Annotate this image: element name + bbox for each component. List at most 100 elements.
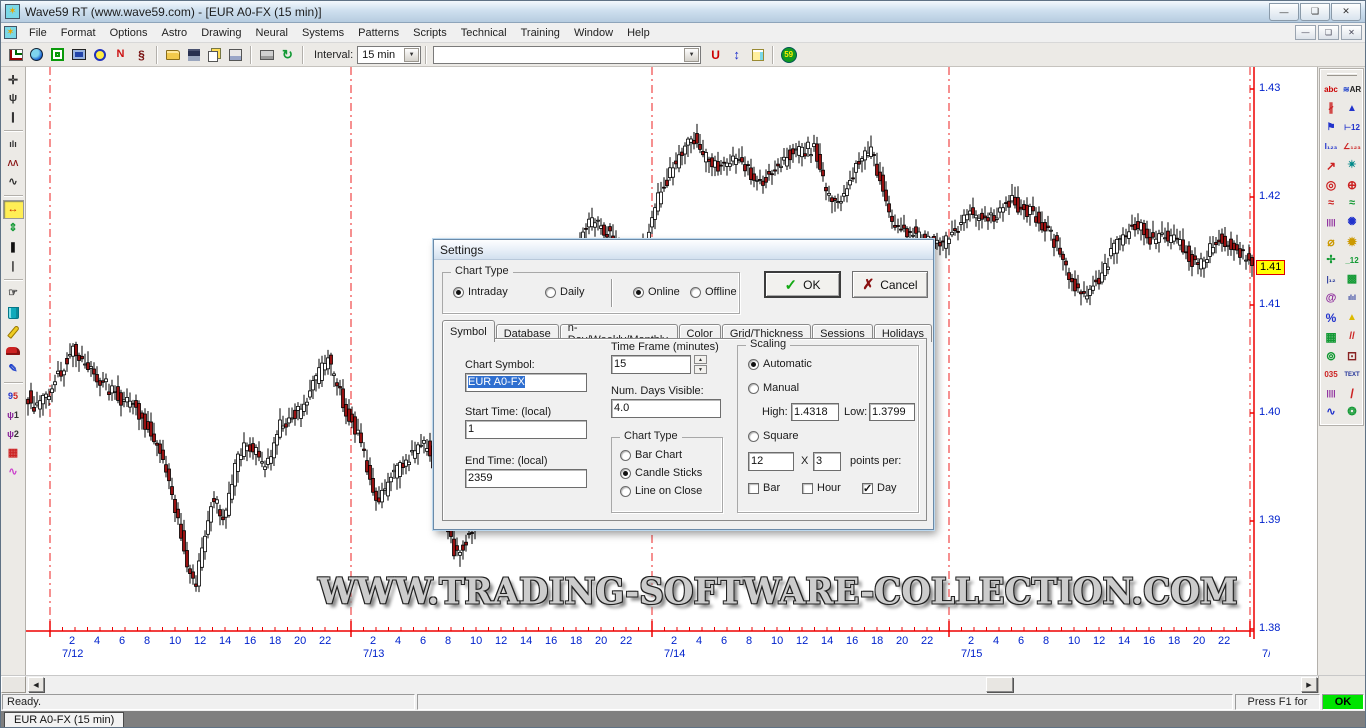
tab-symbol[interactable]: Symbol xyxy=(442,320,495,342)
candles-view-icon[interactable]: ΛΛ xyxy=(3,154,24,173)
menu-item-drawing[interactable]: Drawing xyxy=(194,25,248,41)
text-tool-icon[interactable]: TEXT xyxy=(1342,365,1363,384)
radio-intraday[interactable]: Intraday xyxy=(453,286,508,298)
chevron-down-icon[interactable]: ▼ xyxy=(684,48,699,62)
menu-item-scripts[interactable]: Scripts xyxy=(406,25,454,41)
restore-button[interactable]: ❏ xyxy=(1300,3,1330,21)
printer-icon[interactable] xyxy=(256,45,277,65)
updown-arrow-icon[interactable]: ↕ xyxy=(726,45,747,65)
mdi-close-button[interactable]: ✕ xyxy=(1341,25,1362,40)
square-y-input[interactable]: 3 xyxy=(813,452,841,471)
cancel-button[interactable]: ✗ Cancel xyxy=(852,271,928,298)
wave-1-tool-icon[interactable]: ψ1 xyxy=(3,406,24,425)
bar-count-tool-icon[interactable]: ⊢12 xyxy=(1342,118,1363,137)
ar-lines-tool-icon[interactable]: ≋AR xyxy=(1342,80,1363,99)
hatched-square-icon[interactable]: ▩ xyxy=(1342,270,1363,289)
spiral-square-icon[interactable] xyxy=(47,45,68,65)
zigzag-green-tool-icon[interactable]: ≈ xyxy=(1342,194,1363,213)
chevron-down-icon[interactable]: ▼ xyxy=(404,48,419,62)
radio-square[interactable]: Square xyxy=(748,430,798,442)
menu-item-help[interactable]: Help xyxy=(620,25,657,41)
save-icon[interactable] xyxy=(183,45,204,65)
spiral-tool-icon[interactable]: @ xyxy=(1321,289,1342,308)
minimize-button[interactable]: — xyxy=(1269,3,1299,21)
radio-daily[interactable]: Daily xyxy=(545,286,584,298)
select-warning-icon[interactable]: ▲ xyxy=(1342,308,1363,327)
interval-select[interactable]: 15 min ▼ xyxy=(357,46,421,64)
menu-item-options[interactable]: Options xyxy=(103,25,155,41)
mdi-restore-button[interactable]: ❏ xyxy=(1318,25,1339,40)
time-frame-input[interactable]: 15 xyxy=(611,355,691,374)
bars-view-icon[interactable]: ılı xyxy=(3,135,24,154)
expand-bars-icon[interactable]: ⇕ xyxy=(3,219,24,238)
num-days-input[interactable]: 4.0 xyxy=(611,399,721,418)
print-preview-icon[interactable] xyxy=(225,45,246,65)
vertical-lines-tool-icon[interactable]: |||| xyxy=(1321,213,1342,232)
monitor-icon[interactable] xyxy=(68,45,89,65)
bar-12-tool-icon[interactable]: |₁₂ xyxy=(1321,270,1342,289)
concentric-circles-icon[interactable]: ◎ xyxy=(1321,175,1342,194)
segmented-circle-icon[interactable]: ✹ xyxy=(1342,232,1363,251)
hand-tool-icon[interactable]: ψ xyxy=(3,89,24,108)
wave-2-tool-icon[interactable]: ψ2 xyxy=(3,425,24,444)
spin-up-icon[interactable]: ▲ xyxy=(694,355,707,364)
line-12-tool-icon[interactable]: _12 xyxy=(1342,251,1363,270)
scooter-icon[interactable] xyxy=(3,341,24,360)
radio-offline[interactable]: Offline xyxy=(690,286,737,298)
target-rect-tool-icon[interactable]: ⊡ xyxy=(1342,346,1363,365)
menu-item-astro[interactable]: Astro xyxy=(155,25,195,41)
chart-symbol-input[interactable]: EUR A0-FX xyxy=(465,373,587,392)
toolbar-gripper[interactable] xyxy=(1327,73,1357,76)
menu-item-format[interactable]: Format xyxy=(54,25,103,41)
radio-automatic[interactable]: Automatic xyxy=(748,358,812,370)
menu-item-neural[interactable]: Neural xyxy=(249,25,295,41)
menu-item-systems[interactable]: Systems xyxy=(295,25,351,41)
trash-icon[interactable] xyxy=(3,303,24,322)
high-input[interactable]: 1.4318 xyxy=(791,403,839,421)
scrollbar-thumb[interactable] xyxy=(986,677,1013,692)
fan-rays-tool-icon[interactable]: ✢ xyxy=(1321,251,1342,270)
radio-bar-chart[interactable]: Bar Chart xyxy=(620,449,682,461)
checkbox-day[interactable]: Day xyxy=(862,482,897,494)
document-tab-active[interactable]: EUR A0-FX (15 min) xyxy=(4,712,124,727)
radio-online[interactable]: Online xyxy=(633,286,680,298)
checkbox-bar[interactable]: Bar xyxy=(748,482,780,494)
end-time-input[interactable]: 2359 xyxy=(465,469,587,488)
rounded-rect-tool-icon[interactable]: ⊚ xyxy=(1321,346,1342,365)
numbers-035-icon[interactable]: 035 xyxy=(1321,365,1342,384)
neural-zigzag-icon[interactable]: N xyxy=(110,45,131,65)
zigzag-red-tool-icon[interactable]: ≈ xyxy=(1321,194,1342,213)
horizontal-scrollbar[interactable]: ◀ ▶ xyxy=(1,675,1365,693)
scroll-right-icon[interactable]: ▶ xyxy=(1301,677,1317,692)
radio-line-on-close[interactable]: Line on Close xyxy=(620,485,702,497)
up-arrow-tool-icon[interactable]: ▲ xyxy=(1342,99,1363,118)
price-range-123-icon[interactable]: I₁₂₃ xyxy=(1321,137,1342,156)
copy-chart-icon[interactable] xyxy=(204,45,225,65)
dialog-title-bar[interactable]: Settings xyxy=(434,240,933,260)
freq-bars-tool-icon[interactable]: ılıl xyxy=(1342,289,1363,308)
parallel-slash-icon[interactable]: // xyxy=(1342,327,1363,346)
compress-bars-icon[interactable]: ↔ xyxy=(3,200,24,219)
percent-tool-icon[interactable]: % xyxy=(1321,308,1342,327)
wheel-tool-icon[interactable]: ✺ xyxy=(1342,213,1363,232)
chart-area[interactable]: 2468101214161820227/12246810121416182022… xyxy=(26,67,1317,675)
zigzag-n-tool-icon[interactable]: ∿ xyxy=(1321,403,1342,422)
ellipse-cross-icon[interactable]: ⊕ xyxy=(1342,175,1363,194)
menu-item-training[interactable]: Training xyxy=(514,25,567,41)
ibeam-tool-icon[interactable]: ❙ xyxy=(3,108,24,127)
menu-item-patterns[interactable]: Patterns xyxy=(351,25,406,41)
abc-text-tool-icon[interactable]: abc xyxy=(1321,80,1342,99)
magnet-icon[interactable]: U xyxy=(705,45,726,65)
new-chart-icon[interactable] xyxy=(5,45,26,65)
pointer-hand-icon[interactable]: ☞ xyxy=(3,284,24,303)
line-view-icon[interactable]: ∿ xyxy=(3,173,24,192)
wrench-icon[interactable] xyxy=(3,322,24,341)
spin-down-icon[interactable]: ▼ xyxy=(694,365,707,374)
trend-flags-tool-icon[interactable]: ⚑ xyxy=(1321,118,1342,137)
ellipse-arrow-tool-icon[interactable]: ⌀ xyxy=(1321,232,1342,251)
nine-five-tool-icon[interactable]: 95 xyxy=(3,387,24,406)
purple-lines-tool-icon[interactable]: |||| xyxy=(1321,384,1342,403)
range-session-icon[interactable]: ▦ xyxy=(3,444,24,463)
trend-arrow-tool-icon[interactable]: ↗ xyxy=(1321,156,1342,175)
globe-icon[interactable] xyxy=(26,45,47,65)
